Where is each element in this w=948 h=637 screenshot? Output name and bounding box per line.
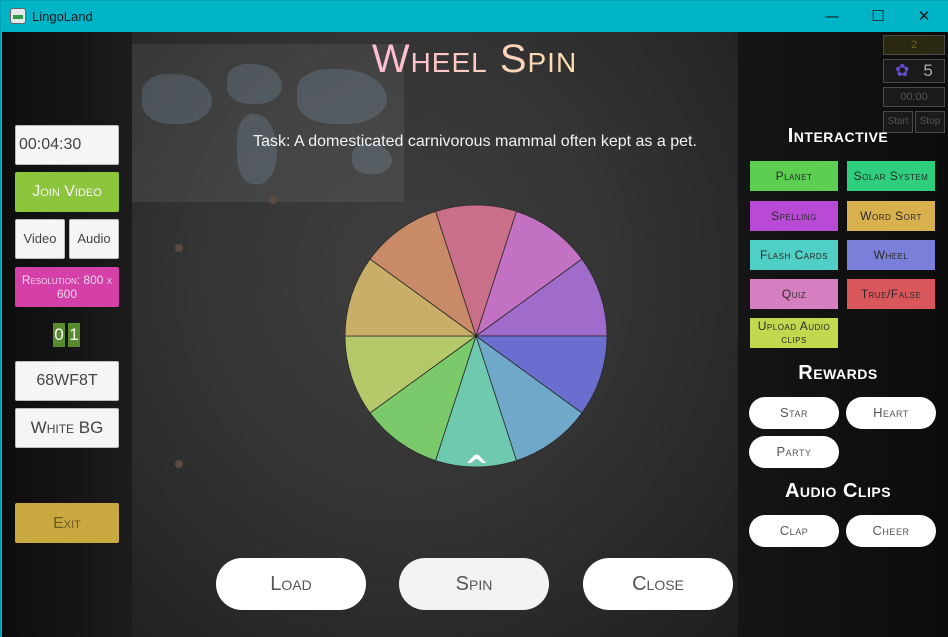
- clap-audio-button[interactable]: Clap: [749, 515, 839, 547]
- task-prompt: Task: A domesticated carnivorous mammal …: [253, 133, 697, 150]
- white-bg-button[interactable]: White BG: [15, 408, 119, 448]
- heart-reward-button[interactable]: Heart: [846, 397, 936, 429]
- decoration-dot: [175, 460, 183, 468]
- star-reward-button[interactable]: Star: [749, 397, 839, 429]
- exit-button[interactable]: Exit: [15, 503, 119, 543]
- quiz-button[interactable]: Quiz: [750, 279, 838, 309]
- audio-clips-heading: Audio Clips: [784, 480, 892, 502]
- reset-icon: ✿: [895, 61, 910, 80]
- spin-button[interactable]: Spin: [399, 558, 549, 610]
- cheer-audio-button[interactable]: Cheer: [846, 515, 936, 547]
- interactive-heading: Interactive: [787, 125, 889, 147]
- word-sort-button[interactable]: Word Sort: [847, 201, 935, 231]
- game-area: 00:04:30 Join Video Video Audio Resoluti…: [2, 32, 948, 637]
- digit-display-2: 1: [68, 323, 80, 347]
- decoration-dot: [175, 244, 183, 252]
- timer-display: 00:04:30: [15, 125, 119, 165]
- app-logo-icon: [10, 8, 26, 24]
- left-sidebar: 00:04:30 Join Video Video Audio Resoluti…: [2, 32, 132, 637]
- audio-button[interactable]: Audio: [69, 219, 119, 259]
- spin-wheel[interactable]: [342, 202, 610, 470]
- solar-system-button[interactable]: Solar System: [847, 161, 935, 191]
- true-false-button[interactable]: True/False: [847, 279, 935, 309]
- title-bar: LingoLand — ☐ ✕: [1, 1, 948, 32]
- maximize-button[interactable]: ☐: [855, 1, 901, 32]
- rewards-heading: Rewards: [798, 362, 878, 384]
- minimize-button[interactable]: —: [809, 1, 855, 32]
- video-button[interactable]: Video: [15, 219, 65, 259]
- resolution-button[interactable]: Resolution: 800 x 600: [15, 267, 119, 307]
- flash-cards-button[interactable]: Flash Cards: [750, 240, 838, 270]
- party-reward-button[interactable]: Party: [749, 436, 839, 468]
- decoration-dot: [269, 196, 277, 204]
- room-code-display: 68WF8T: [15, 361, 119, 401]
- app-window: LingoLand — ☐ ✕ 00:04:30 Join Video Vide…: [0, 0, 948, 637]
- wheel-button[interactable]: Wheel: [847, 240, 935, 270]
- mini-score-display: 2: [883, 35, 945, 55]
- join-video-button[interactable]: Join Video: [15, 172, 119, 212]
- digit-display-1: 0: [53, 323, 65, 347]
- mini-count-display: ✿ 5: [883, 59, 945, 83]
- load-button[interactable]: Load: [216, 558, 366, 610]
- spelling-button[interactable]: Spelling: [750, 201, 838, 231]
- window-title: LingoLand: [32, 9, 93, 24]
- game-title: Wheel Spin: [342, 37, 607, 82]
- mini-time-display: 00:00: [883, 87, 945, 107]
- planet-button[interactable]: Planet: [750, 161, 838, 191]
- close-game-button[interactable]: Close: [583, 558, 733, 610]
- upload-audio-clips-button[interactable]: Upload Audio clips: [750, 318, 838, 348]
- wheel-pointer-icon: ^: [464, 450, 490, 485]
- close-window-button[interactable]: ✕: [901, 1, 947, 32]
